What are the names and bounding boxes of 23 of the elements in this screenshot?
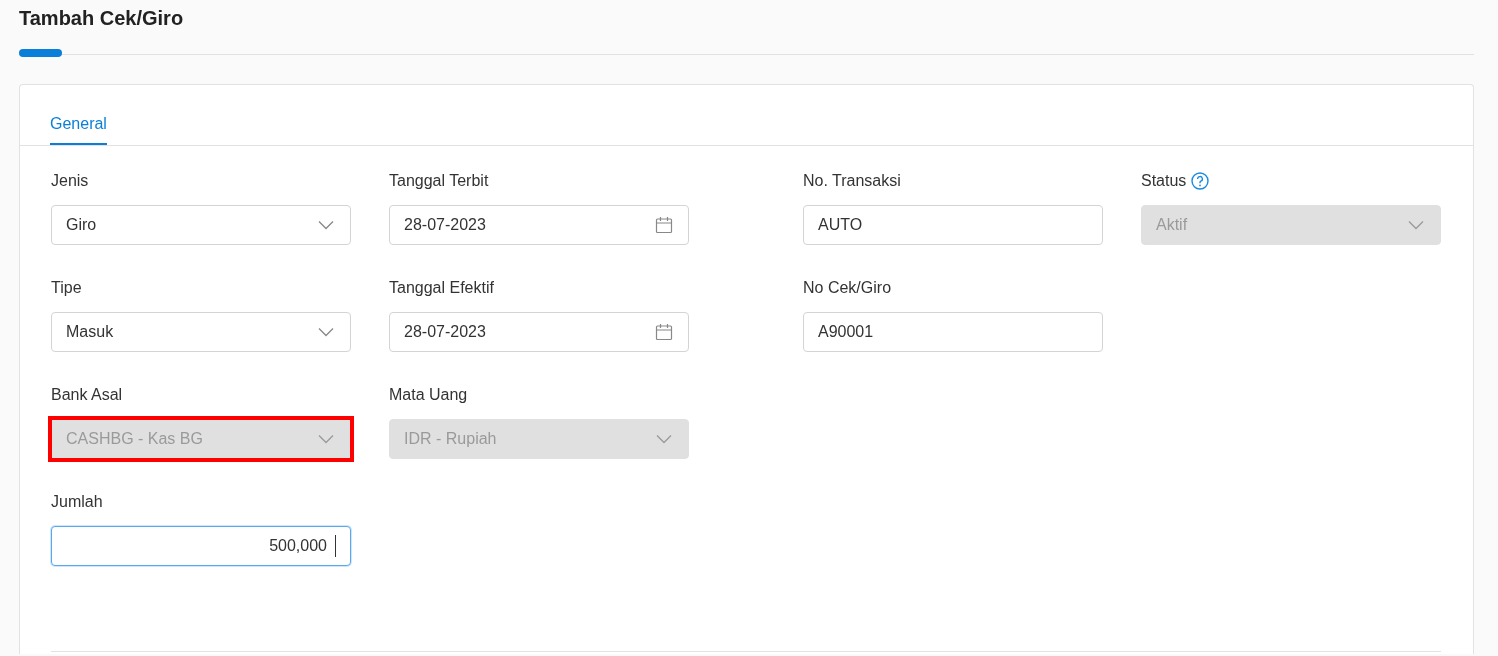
- field-label: Tanggal Efektif: [389, 279, 494, 297]
- page-title: Tambah Cek/Giro: [19, 6, 185, 31]
- text-cursor: [335, 535, 336, 557]
- text-field[interactable]: A90001: [803, 312, 1103, 352]
- dropdown[interactable]: Giro: [51, 205, 351, 245]
- field-label: Bank Asal: [51, 386, 123, 404]
- date-field[interactable]: 28-07-2023: [389, 205, 689, 245]
- dropdown[interactable]: Masuk: [51, 312, 351, 352]
- field-label: Mata Uang: [389, 386, 468, 404]
- calendar-icon[interactable]: [654, 215, 674, 235]
- field-label: No Cek/Giro: [803, 279, 892, 297]
- field-label: Jenis: [51, 172, 89, 190]
- field-label: Status: [1141, 172, 1187, 190]
- date-field[interactable]: 28-07-2023: [389, 312, 689, 352]
- tab[interactable]: General: [50, 85, 107, 145]
- calendar-icon[interactable]: [654, 322, 674, 342]
- text-field[interactable]: AUTO: [803, 205, 1103, 245]
- field-label: Jumlah: [51, 493, 103, 511]
- field-label: Tipe: [51, 279, 82, 297]
- amount-field[interactable]: 500,000: [51, 526, 351, 566]
- progress-indicator: [19, 49, 62, 57]
- field-label: No. Transaksi: [803, 172, 901, 190]
- field-label: Tanggal Terbit: [389, 172, 489, 190]
